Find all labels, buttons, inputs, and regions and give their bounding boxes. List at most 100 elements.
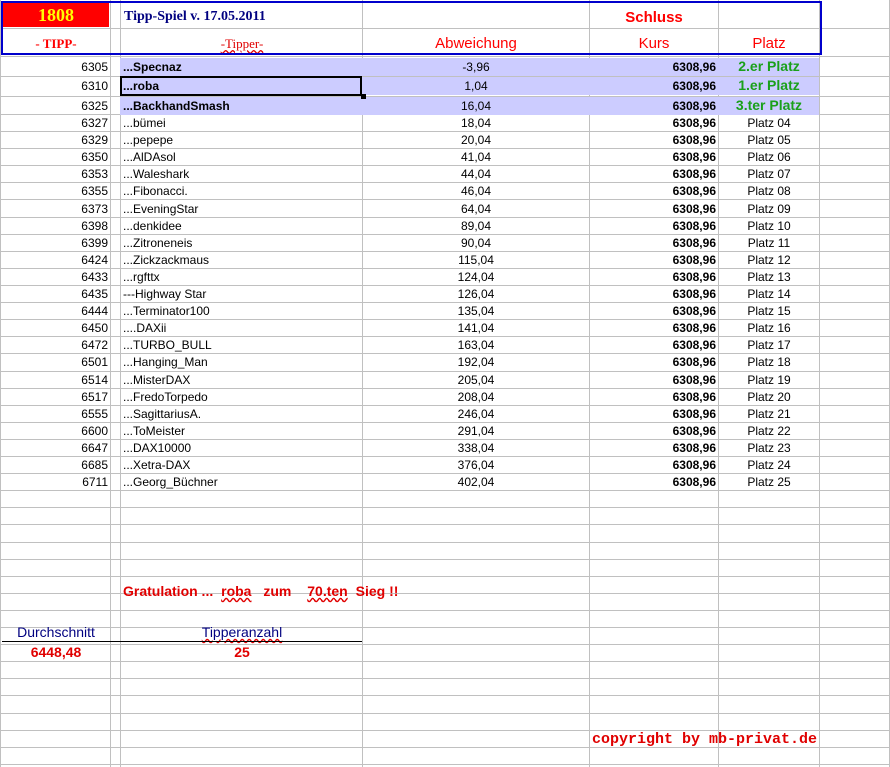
cell-tipper: ...Waleshark [123, 167, 190, 181]
table-row[interactable]: 6350 ...AlDAsol 41,04 6308,96 Platz 06 [0, 149, 890, 166]
table-row[interactable]: 6433 ...rgfttx 124,04 6308,96 Platz 13 [0, 269, 890, 286]
table-row[interactable]: 6444 ...Terminator100 135,04 6308,96 Platz 1… [0, 303, 890, 320]
cell-platz: Platz 25 [747, 475, 791, 489]
cell-tipp: 6555 [81, 407, 108, 421]
table-row[interactable]: 6424 ...Zickzackmaus 115,04 6308,96 Platz 12 [0, 252, 890, 269]
cell-kurs: 6308,96 [672, 424, 716, 438]
cell-kurs: 6308,96 [672, 407, 716, 421]
cell-tipp: 6711 [82, 475, 108, 489]
cell-tipp: 6373 [81, 202, 108, 216]
cell-abweichung: 115,04 [458, 253, 494, 267]
cell-kurs: 6308,96 [672, 287, 716, 301]
cell-tipp: 6327 [81, 116, 108, 130]
table-row[interactable]: 6327 ...bümei 18,04 6308,96 Platz 04 [0, 115, 890, 132]
cell-abweichung: 163,04 [457, 338, 495, 352]
gratulation-zum: zum [263, 583, 292, 599]
cell-abweichung: 1,04 [464, 79, 488, 93]
cell-kurs: 6308,96 [672, 236, 716, 250]
durchschnitt-value: 6448,48 [30, 644, 82, 660]
table-row[interactable]: 6514 ...MisterDAX 205,04 6308,96 Platz 19 [0, 372, 890, 389]
cell-abweichung: 135,04 [457, 304, 495, 318]
tipperanzahl-label: Tipperanzahl [201, 624, 283, 640]
cell-kurs: 6308,96 [672, 321, 716, 335]
cell-platz: 1.er Platz [738, 77, 800, 93]
cell-tipp: 6444 [81, 304, 108, 318]
cell-platz: Platz 20 [747, 390, 791, 404]
table-row[interactable]: 6435 ---Highway Star 126,04 6308,96 Platz 14 [0, 286, 890, 303]
cell-abweichung: 291,04 [457, 424, 495, 438]
table-row[interactable]: 6325 ...BackhandSmash 16,04 6308,96 3.ter Pl… [0, 97, 890, 115]
table-row[interactable]: 6555 ...SagittariusA. 246,04 6308,96 Platz 2… [0, 406, 890, 423]
table-row[interactable]: 6329 ...pepepe 20,04 6308,96 Platz 05 [0, 132, 890, 149]
cell-tipper: ...Terminator100 [123, 304, 210, 318]
cell-platz: Platz 07 [747, 167, 791, 181]
cell-tipper: ...Zickzackmaus [123, 253, 210, 267]
cell-kurs: 6308,96 [672, 167, 716, 181]
cell-tipper: ...ToMeister [123, 424, 186, 438]
cell-abweichung: 402,04 [457, 475, 495, 489]
cell-platz: Platz 14 [747, 287, 791, 301]
cell-tipper: ....DAXii [123, 321, 167, 335]
cell-tipper: ...BackhandSmash [123, 99, 230, 113]
cell-kurs: 6308,96 [672, 304, 716, 318]
cell-tipp: 6435 [81, 287, 108, 301]
cell-platz: Platz 17 [747, 338, 791, 352]
cell-kurs: 6308,96 [672, 79, 716, 93]
copyright-text: copyright by mb-privat.de [592, 731, 818, 748]
cell-kurs: 6308,96 [672, 150, 716, 164]
table-row[interactable]: 6355 ...Fibonacci. 46,04 6308,96 Platz 08 [0, 183, 890, 200]
cell-kurs: 6308,96 [672, 270, 716, 284]
table-row[interactable]: 6305 ...Specnaz -3,96 6308,96 2.er Platz [0, 58, 890, 76]
cell-platz: Platz 08 [747, 184, 791, 198]
cell-tipp: 6600 [81, 424, 108, 438]
table-row[interactable]: 6450 ....DAXii 141,04 6308,96 Platz 16 [0, 320, 890, 337]
table-row[interactable]: 6711 ...Georg_Büchner 402,04 6308,96 Platz 2… [0, 474, 890, 491]
table-row[interactable]: 6501 ...Hanging_Man 192,04 6308,96 Platz 18 [0, 354, 890, 371]
cell-tipp: 6325 [81, 99, 108, 113]
cell-tipp: 6685 [81, 458, 108, 472]
cell-platz: Platz 21 [747, 407, 791, 421]
cell-tipp: 6647 [81, 441, 108, 455]
table-row[interactable]: 6517 ...FredoTorpedo 208,04 6308,96 Platz 20 [0, 389, 890, 406]
fill-handle[interactable] [361, 94, 366, 99]
cell-platz: Platz 12 [747, 253, 791, 267]
cell-platz: Platz 09 [747, 202, 791, 216]
cell-platz: Platz 06 [747, 150, 791, 164]
cell-tipp: 6353 [81, 167, 108, 181]
cell-tipper: ...rgfttx [123, 270, 160, 284]
table-row[interactable]: 6373 ...EveningStar 64,04 6308,96 Platz 09 [0, 201, 890, 218]
cell-tipper: ---Highway Star [123, 287, 207, 301]
table-row[interactable]: 6399 ...Zitroneneis 90,04 6308,96 Platz 11 [0, 235, 890, 252]
cell-abweichung: 16,04 [460, 99, 492, 113]
cell-kurs: 6308,96 [672, 184, 716, 198]
cell-kurs: 6308,96 [672, 338, 716, 352]
cell-tipper: ...DAX10000 [123, 441, 192, 455]
cell-platz: Platz 19 [747, 373, 791, 387]
table-row[interactable]: 6685 ...Xetra-DAX 376,04 6308,96 Platz 24 [0, 457, 890, 474]
cell-platz: 3.ter Platz [735, 97, 803, 113]
table-row[interactable]: 6600 ...ToMeister 291,04 6308,96 Platz 22 [0, 423, 890, 440]
gratulation-suffix: Sieg !! [355, 583, 399, 599]
cell-abweichung: -3,96 [462, 60, 490, 74]
table-row[interactable]: 6353 ...Waleshark 44,04 6308,96 Platz 07 [0, 166, 890, 183]
cell-platz: Platz 13 [747, 270, 791, 284]
cell-tipper: ...Hanging_Man [123, 355, 208, 369]
cell-tipp: 6450 [81, 321, 108, 335]
cell-abweichung: 90,04 [460, 236, 492, 250]
cell-tipp: 6310 [81, 79, 108, 93]
cell-tipper: ...SagittariusA. [123, 407, 202, 421]
cell-tipper: ...Zitroneneis [123, 236, 193, 250]
cell-kurs: 6308,96 [672, 99, 716, 113]
cell-tipp: 6424 [81, 253, 108, 267]
cell-tipper: ...FredoTorpedo [123, 390, 208, 404]
cell-platz: Platz 18 [747, 355, 791, 369]
cell-tipp: 6399 [81, 236, 108, 250]
cell-abweichung: 205,04 [457, 373, 495, 387]
selected-cell[interactable] [120, 76, 362, 96]
table-row[interactable]: 6472 ...TURBO_BULL 163,04 6308,96 Platz 17 [0, 337, 890, 354]
cell-abweichung: 192,04 [457, 355, 495, 369]
cell-tipper: ...pepepe [123, 133, 174, 147]
cell-kurs: 6308,96 [672, 219, 716, 233]
table-row[interactable]: 6647 ...DAX10000 338,04 6308,96 Platz 23 [0, 440, 890, 457]
table-row[interactable]: 6398 ...denkidee 89,04 6308,96 Platz 10 [0, 218, 890, 235]
